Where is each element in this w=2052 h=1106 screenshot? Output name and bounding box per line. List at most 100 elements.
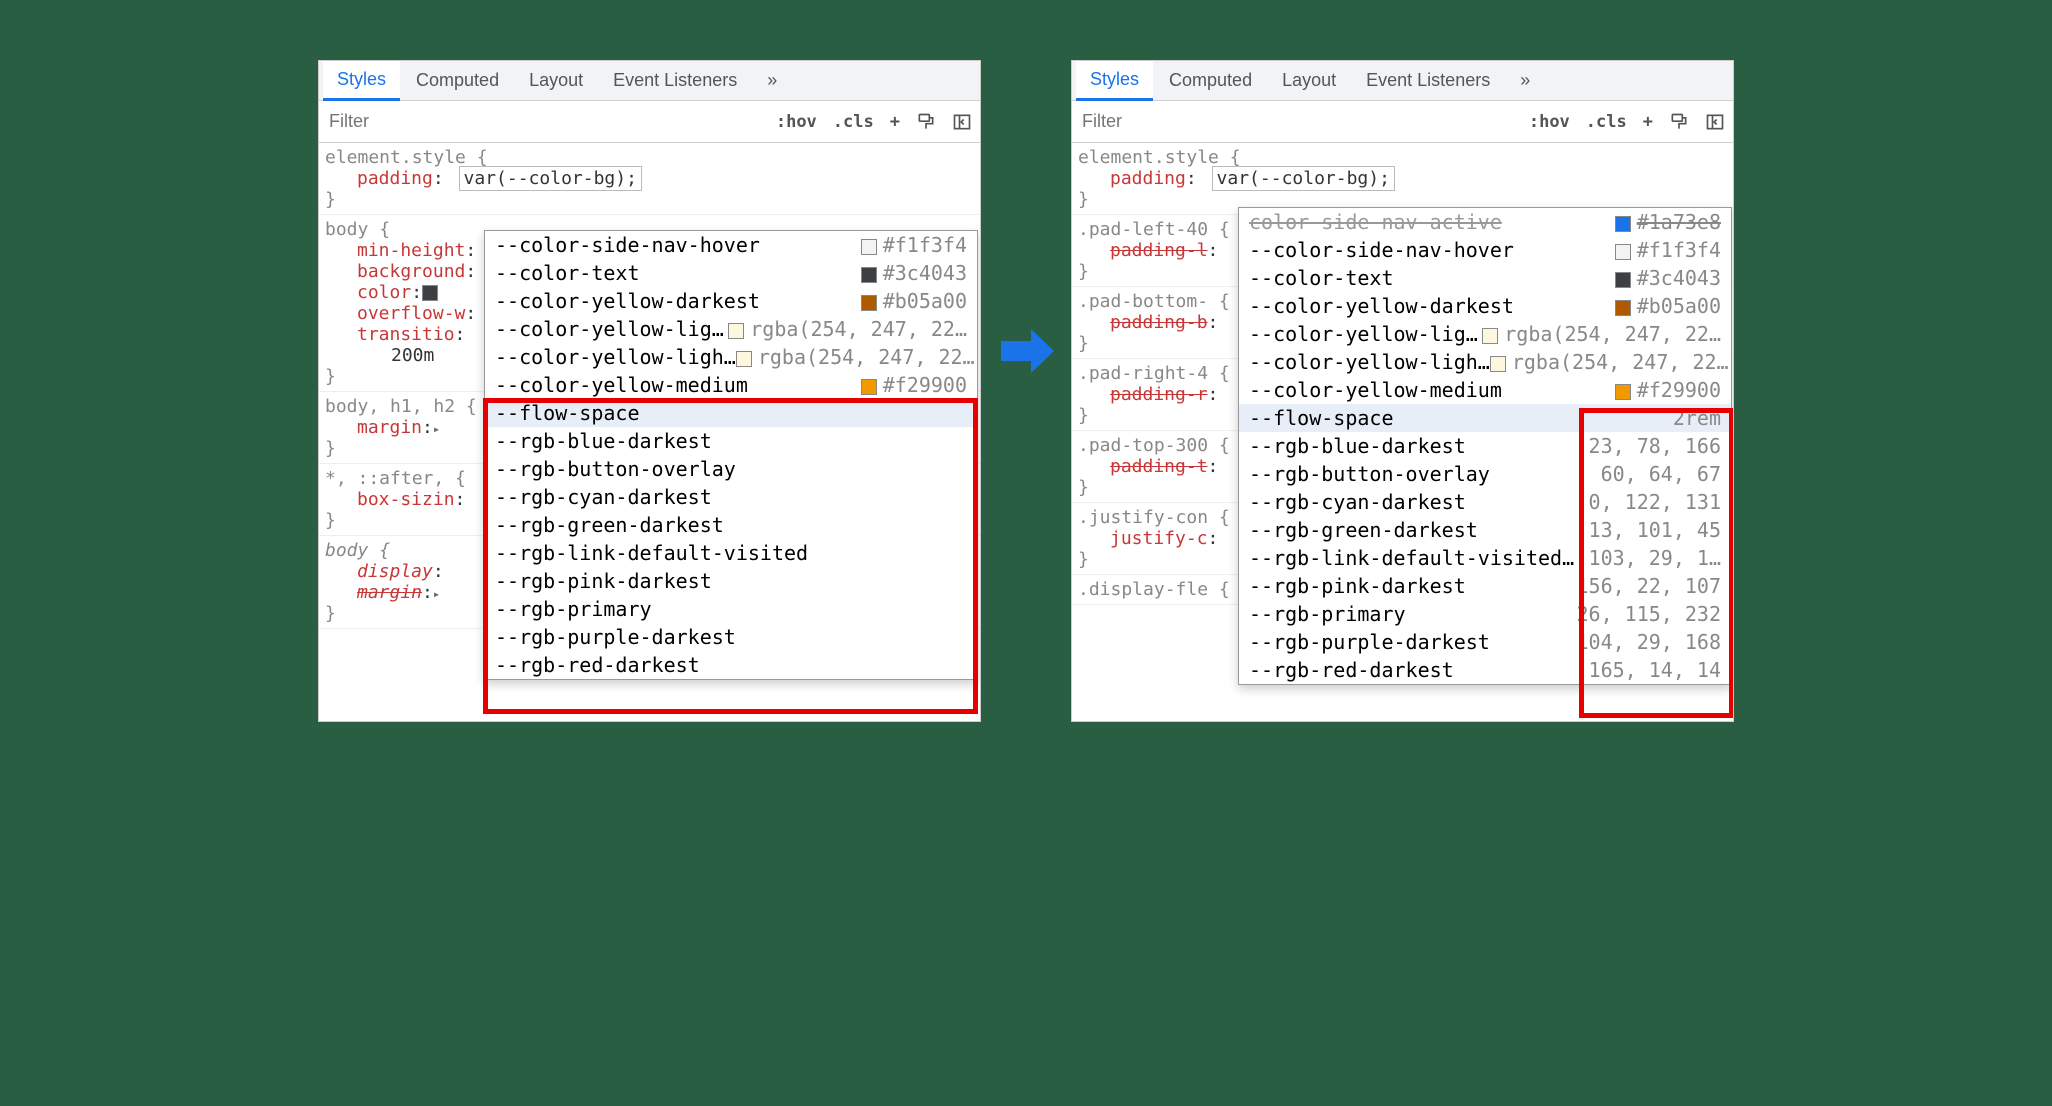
ac-name: --rgb-blue-darkest [495, 429, 712, 453]
autocomplete-row[interactable]: --rgb-blue-darkest23, 78, 166 [1239, 432, 1731, 460]
ac-name: --rgb-cyan-darkest [495, 485, 712, 509]
ac-value: #f29900 [1615, 378, 1721, 402]
autocomplete-row[interactable]: color side nav active #1a73e8 [1239, 208, 1731, 236]
autocomplete-row[interactable]: --rgb-red-darkest [485, 651, 977, 679]
autocomplete-row[interactable]: --rgb-link-default-visited…103, 29, 1… [1239, 544, 1731, 572]
autocomplete-row[interactable]: --rgb-pink-darkest [485, 567, 977, 595]
ac-name: --color-text [495, 261, 640, 285]
autocomplete-row[interactable]: --color-yellow-darkest#b05a00 [1239, 292, 1731, 320]
tab-computed[interactable]: Computed [402, 62, 513, 99]
autocomplete-row[interactable]: --rgb-button-overlay [485, 455, 977, 483]
autocomplete-row[interactable]: --rgb-purple-darkest [485, 623, 977, 651]
css-property[interactable]: padding-r [1110, 384, 1208, 405]
selector: .pad-right-4 { [1078, 363, 1230, 384]
autocomplete-row[interactable]: --color-yellow-ligh…rgba(254, 247, 22… [485, 343, 977, 371]
autocomplete-row[interactable]: --flow-space [485, 399, 977, 427]
ac-name: --rgb-blue-darkest [1249, 434, 1466, 458]
css-property[interactable]: justify-c [1110, 528, 1208, 549]
css-value-input[interactable]: var(--color-bg); [459, 166, 642, 191]
devtools-panel-left: Styles Computed Layout Event Listeners »… [318, 60, 981, 722]
autocomplete-row[interactable]: --rgb-red-darkest165, 14, 14 [1239, 656, 1731, 684]
tab-styles[interactable]: Styles [1076, 61, 1153, 101]
ac-value: 60, 64, 67 [1601, 462, 1721, 486]
autocomplete-row[interactable]: --color-side-nav-hover#f1f3f4 [485, 231, 977, 259]
css-property[interactable]: padding-b [1110, 312, 1208, 333]
tab-layout[interactable]: Layout [515, 62, 597, 99]
tabs-overflow-icon[interactable]: » [1506, 62, 1544, 99]
autocomplete-row[interactable]: --color-text#3c4043 [1239, 264, 1731, 292]
css-property[interactable]: padding-l [1110, 240, 1208, 261]
element-style-rule[interactable]: element.style { padding: var(--color-bg)… [1072, 143, 1733, 215]
sidebar-toggle-icon[interactable] [1697, 106, 1733, 138]
autocomplete-row[interactable]: --color-yellow-medium#f29900 [485, 371, 977, 399]
filter-input[interactable] [1072, 103, 1521, 140]
new-rule-button[interactable]: + [1635, 106, 1661, 138]
autocomplete-row[interactable]: --rgb-green-darkest13, 101, 45 [1239, 516, 1731, 544]
transition-arrow-icon [991, 321, 1061, 381]
autocomplete-row[interactable]: --rgb-pink-darkest156, 22, 107 [1239, 572, 1731, 600]
tab-styles[interactable]: Styles [323, 61, 400, 101]
css-property[interactable]: background [357, 261, 465, 282]
css-property[interactable]: margin [357, 417, 422, 438]
css-property[interactable]: transitio [357, 324, 455, 345]
autocomplete-row[interactable]: --rgb-green-darkest [485, 511, 977, 539]
tab-event-listeners[interactable]: Event Listeners [599, 62, 751, 99]
css-property[interactable]: padding [357, 168, 433, 189]
tab-computed[interactable]: Computed [1155, 62, 1266, 99]
ac-value: 165, 14, 14 [1589, 658, 1721, 682]
tab-event-listeners[interactable]: Event Listeners [1352, 62, 1504, 99]
hov-button[interactable]: :hov [768, 106, 825, 138]
autocomplete-row[interactable]: --rgb-cyan-darkest [485, 483, 977, 511]
autocomplete-row[interactable]: --color-yellow-lig…rgba(254, 247, 22… [485, 315, 977, 343]
ac-name: --rgb-primary [1249, 602, 1406, 626]
selector: body, h1, h2 { [325, 396, 477, 417]
css-property[interactable]: box-sizin [357, 489, 455, 510]
autocomplete-row[interactable]: --rgb-primary 26, 115, 232 [1239, 600, 1731, 628]
ac-value: 26, 115, 232 [1577, 602, 1722, 626]
css-property[interactable]: padding-t [1110, 456, 1208, 477]
autocomplete-row[interactable]: --color-text #3c4043 [485, 259, 977, 287]
ac-name: --rgb-primary [495, 597, 652, 621]
css-property[interactable]: margin [357, 582, 422, 603]
autocomplete-row[interactable]: --color-yellow-darkest#b05a00 [485, 287, 977, 315]
css-property[interactable]: padding [1110, 168, 1186, 189]
autocomplete-row[interactable]: --color-side-nav-hover#f1f3f4 [1239, 236, 1731, 264]
cls-button[interactable]: .cls [825, 106, 882, 138]
filter-input[interactable] [319, 103, 768, 140]
autocomplete-row[interactable]: --rgb-link-default-visited [485, 539, 977, 567]
css-value-input[interactable]: var(--color-bg); [1212, 166, 1395, 191]
element-style-rule[interactable]: element.style { padding: var(--color-bg)… [319, 143, 980, 215]
css-property[interactable]: color [357, 282, 411, 303]
css-property[interactable]: display [357, 561, 433, 582]
paint-icon[interactable] [1661, 106, 1697, 138]
autocomplete-row[interactable]: --rgb-primary [485, 595, 977, 623]
ac-name: --color-yellow-lig… [1249, 322, 1478, 346]
css-property[interactable]: overflow-w [357, 303, 465, 324]
autocomplete-row[interactable]: --color-yellow-ligh…rgba(254, 247, 22… [1239, 348, 1731, 376]
autocomplete-row[interactable]: --color-yellow-medium#f29900 [1239, 376, 1731, 404]
tab-layout[interactable]: Layout [1268, 62, 1350, 99]
autocomplete-row[interactable]: --color-yellow-lig…rgba(254, 247, 22… [1239, 320, 1731, 348]
autocomplete-row[interactable]: --flow-space2rem [1239, 404, 1731, 432]
autocomplete-row[interactable]: --rgb-button-overlay60, 64, 67 [1239, 460, 1731, 488]
autocomplete-popup[interactable]: color side nav active #1a73e8 --color-si… [1238, 207, 1732, 685]
sidebar-toggle-icon[interactable] [944, 106, 980, 138]
tabs-overflow-icon[interactable]: » [753, 62, 791, 99]
cls-button[interactable]: .cls [1578, 106, 1635, 138]
ac-name: --flow-space [1249, 406, 1394, 430]
autocomplete-popup[interactable]: --color-side-nav-hover#f1f3f4--color-tex… [484, 230, 978, 680]
autocomplete-row[interactable]: --rgb-blue-darkest [485, 427, 977, 455]
autocomplete-row[interactable]: --rgb-purple-darkest104, 29, 168 [1239, 628, 1731, 656]
hov-button[interactable]: :hov [1521, 106, 1578, 138]
selector: .pad-top-300 { [1078, 435, 1230, 456]
ac-name: --color-yellow-lig… [495, 317, 724, 341]
new-rule-button[interactable]: + [882, 106, 908, 138]
ac-value: #3c4043 [1615, 266, 1721, 290]
ac-name: --color-yellow-ligh… [1249, 350, 1490, 374]
ac-value: #3c4043 [861, 261, 967, 285]
paint-icon[interactable] [908, 106, 944, 138]
ac-value: 13, 101, 45 [1589, 518, 1721, 542]
autocomplete-row[interactable]: --rgb-cyan-darkest0, 122, 131 [1239, 488, 1731, 516]
css-property[interactable]: min-height [357, 240, 465, 261]
ac-value: #f1f3f4 [861, 233, 967, 257]
